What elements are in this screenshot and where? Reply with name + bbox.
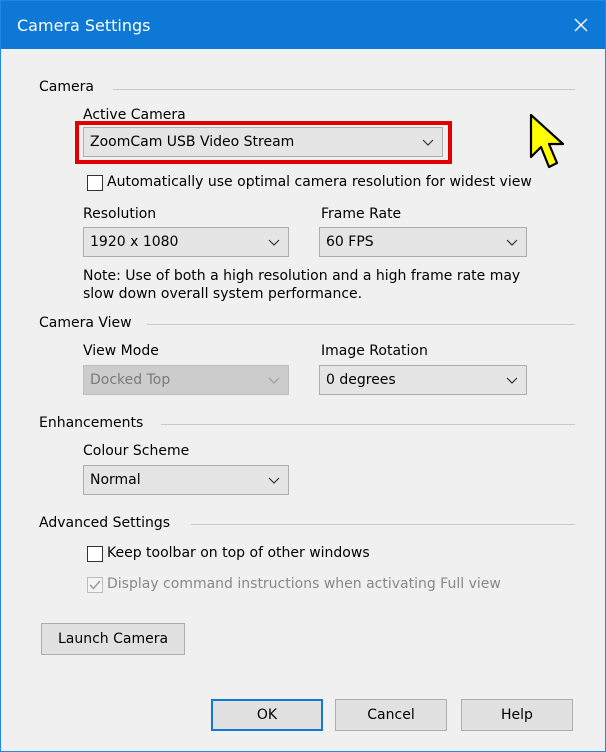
colour-scheme-select[interactable]: Normal bbox=[83, 465, 289, 495]
camera-settings-dialog: Camera Settings Camera Active Camera Zoo… bbox=[0, 0, 606, 752]
ok-button[interactable]: OK bbox=[211, 699, 323, 731]
image-rotation-value: 0 degrees bbox=[326, 372, 396, 388]
section-advanced-header: Advanced Settings bbox=[39, 515, 171, 531]
image-rotation-label: Image Rotation bbox=[321, 343, 428, 359]
section-camera-view-header: Camera View bbox=[39, 315, 132, 331]
resolution-value: 1920 x 1080 bbox=[90, 234, 179, 250]
help-label: Help bbox=[501, 707, 533, 723]
cancel-button[interactable]: Cancel bbox=[335, 699, 447, 731]
section-divider bbox=[147, 324, 575, 325]
colour-scheme-label: Colour Scheme bbox=[83, 443, 190, 459]
highlight-box bbox=[75, 121, 452, 164]
launch-camera-label: Launch Camera bbox=[57, 631, 169, 647]
display-instructions-checkbox bbox=[87, 577, 103, 593]
chevron-down-icon bbox=[268, 239, 280, 246]
colour-scheme-value: Normal bbox=[90, 472, 141, 488]
view-mode-select: Docked Top bbox=[83, 365, 289, 395]
section-enhancements-header: Enhancements bbox=[39, 415, 144, 431]
chevron-down-icon bbox=[506, 377, 518, 384]
display-instructions-label: Display command instructions when activa… bbox=[107, 576, 501, 592]
chevron-down-icon bbox=[268, 477, 280, 484]
section-divider bbox=[113, 89, 575, 90]
section-camera-header: Camera bbox=[39, 79, 94, 95]
window-title: Camera Settings bbox=[17, 16, 151, 35]
view-mode-value: Docked Top bbox=[90, 372, 171, 388]
title-bar: Camera Settings bbox=[1, 1, 605, 49]
close-button[interactable] bbox=[557, 1, 605, 49]
auto-resolution-checkbox[interactable] bbox=[87, 175, 103, 191]
section-divider bbox=[161, 424, 575, 425]
checkmark-icon bbox=[89, 580, 101, 590]
frame-rate-value: 60 FPS bbox=[326, 234, 374, 250]
ok-label: OK bbox=[256, 707, 278, 723]
performance-note: Note: Use of both a high resolution and … bbox=[83, 268, 521, 302]
view-mode-label: View Mode bbox=[83, 343, 159, 359]
resolution-select[interactable]: 1920 x 1080 bbox=[83, 227, 289, 257]
section-divider bbox=[191, 524, 575, 525]
cancel-label: Cancel bbox=[367, 707, 415, 723]
frame-rate-select[interactable]: 60 FPS bbox=[319, 227, 527, 257]
keep-toolbar-label: Keep toolbar on top of other windows bbox=[107, 545, 370, 561]
chevron-down-icon bbox=[506, 239, 518, 246]
close-icon bbox=[574, 18, 588, 32]
image-rotation-select[interactable]: 0 degrees bbox=[319, 365, 527, 395]
help-button[interactable]: Help bbox=[461, 699, 573, 731]
frame-rate-label: Frame Rate bbox=[321, 206, 402, 222]
resolution-label: Resolution bbox=[83, 206, 157, 222]
chevron-down-icon bbox=[268, 377, 280, 384]
auto-resolution-label: Automatically use optimal camera resolut… bbox=[107, 174, 532, 190]
launch-camera-button[interactable]: Launch Camera bbox=[41, 623, 185, 655]
keep-toolbar-checkbox[interactable] bbox=[87, 546, 103, 562]
mouse-pointer-icon bbox=[529, 113, 565, 169]
